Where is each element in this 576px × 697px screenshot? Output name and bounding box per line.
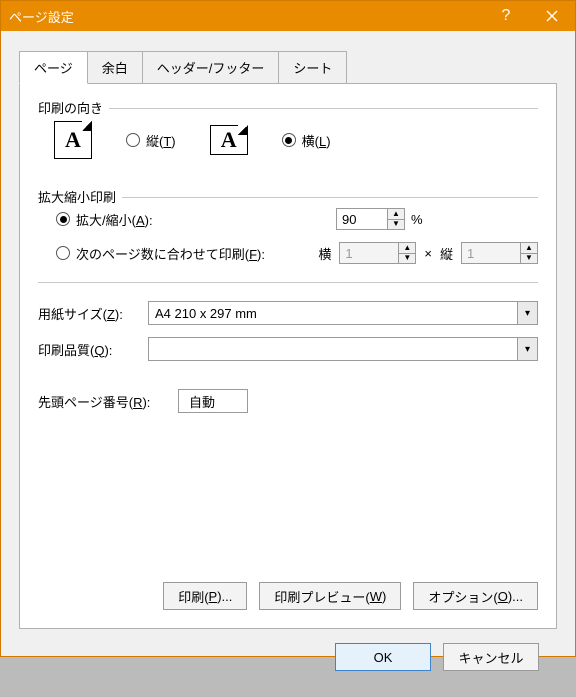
print-quality-value [149, 338, 517, 360]
tab-sheet[interactable]: シート [278, 51, 347, 84]
scaling-adjust-label: 拡大/縮小(A): [76, 210, 153, 229]
ok-button[interactable]: OK [335, 643, 431, 671]
orientation-landscape-label: 横(L) [302, 131, 331, 150]
titlebar: ページ設定 ? [1, 1, 575, 31]
orientation-landscape-radio[interactable]: 横(L) [282, 131, 331, 150]
scaling-adjust-spinner[interactable]: 90 ▲▼ [336, 208, 405, 230]
print-quality-label: 印刷品質(Q): [38, 340, 148, 359]
scaling-adjust-radio[interactable]: 拡大/縮小(A): [56, 210, 153, 229]
pages-wide-value[interactable]: 1 [340, 243, 398, 263]
help-button[interactable]: ? [483, 1, 529, 31]
scaling-group-label: 拡大縮小印刷 [38, 187, 122, 206]
spinner-up-icon[interactable]: ▲ [521, 243, 537, 254]
scaling-fit-radio[interactable]: 次のページ数に合わせて印刷(F): [56, 244, 265, 263]
spinner-down-icon[interactable]: ▼ [388, 220, 404, 230]
spinner-up-icon[interactable]: ▲ [399, 243, 415, 254]
close-button[interactable] [529, 1, 575, 31]
pages-tall-value[interactable]: 1 [462, 243, 520, 263]
first-page-value: 自動 [189, 392, 215, 411]
times-label: × [424, 246, 432, 261]
orientation-portrait-radio[interactable]: 縦(T) [126, 131, 176, 150]
orientation-group: 印刷の向き A 縦(T) A 横(L) [38, 98, 538, 163]
scaling-adjust-value[interactable]: 90 [337, 209, 387, 229]
scaling-group: 拡大縮小印刷 拡大/縮小(A): 90 ▲▼ [38, 187, 538, 264]
divider [38, 282, 538, 283]
orientation-group-label: 印刷の向き [38, 98, 109, 117]
chevron-down-icon[interactable]: ▾ [517, 338, 537, 360]
pages-tall-label: 縦 [440, 244, 453, 263]
spinner-down-icon[interactable]: ▼ [521, 254, 537, 264]
dialog-footer: OK キャンセル [19, 629, 557, 685]
close-icon [546, 10, 558, 22]
dialog-content: ページ 余白 ヘッダー/フッター シート 印刷の向き A 縦(T) [1, 31, 575, 697]
print-button[interactable]: 印刷(P)... [163, 582, 247, 610]
percent-label: % [411, 212, 423, 227]
page-setup-dialog: ページ設定 ? ページ 余白 ヘッダー/フッター シート 印刷の向き A [0, 0, 576, 657]
options-button[interactable]: オプション(O)... [413, 582, 538, 610]
tab-bar: ページ 余白 ヘッダー/フッター シート [19, 51, 557, 84]
tab-panel-page: 印刷の向き A 縦(T) A 横(L) [19, 83, 557, 629]
window-title: ページ設定 [1, 7, 483, 26]
portrait-icon: A [54, 121, 92, 159]
tab-header-footer[interactable]: ヘッダー/フッター [142, 51, 280, 84]
pages-tall-spinner[interactable]: 1 ▲▼ [461, 242, 538, 264]
print-quality-combo[interactable]: ▾ [148, 337, 538, 361]
first-page-input[interactable]: 自動 [178, 389, 248, 413]
pages-wide-spinner[interactable]: 1 ▲▼ [339, 242, 416, 264]
chevron-down-icon[interactable]: ▾ [517, 302, 537, 324]
first-page-label: 先頭ページ番号(R): [38, 392, 178, 411]
cancel-button[interactable]: キャンセル [443, 643, 539, 671]
orientation-portrait-label: 縦(T) [146, 131, 176, 150]
landscape-icon: A [210, 125, 248, 155]
scaling-fit-label: 次のページ数に合わせて印刷(F): [76, 244, 265, 263]
tab-margins[interactable]: 余白 [87, 51, 143, 84]
tab-page[interactable]: ページ [19, 51, 88, 84]
paper-size-value: A4 210 x 297 mm [149, 302, 517, 324]
spinner-up-icon[interactable]: ▲ [388, 209, 404, 220]
paper-size-label: 用紙サイズ(Z): [38, 304, 148, 323]
print-preview-button[interactable]: 印刷プレビュー(W) [259, 582, 401, 610]
spinner-down-icon[interactable]: ▼ [399, 254, 415, 264]
paper-size-combo[interactable]: A4 210 x 297 mm ▾ [148, 301, 538, 325]
pages-wide-label: 横 [318, 244, 331, 263]
